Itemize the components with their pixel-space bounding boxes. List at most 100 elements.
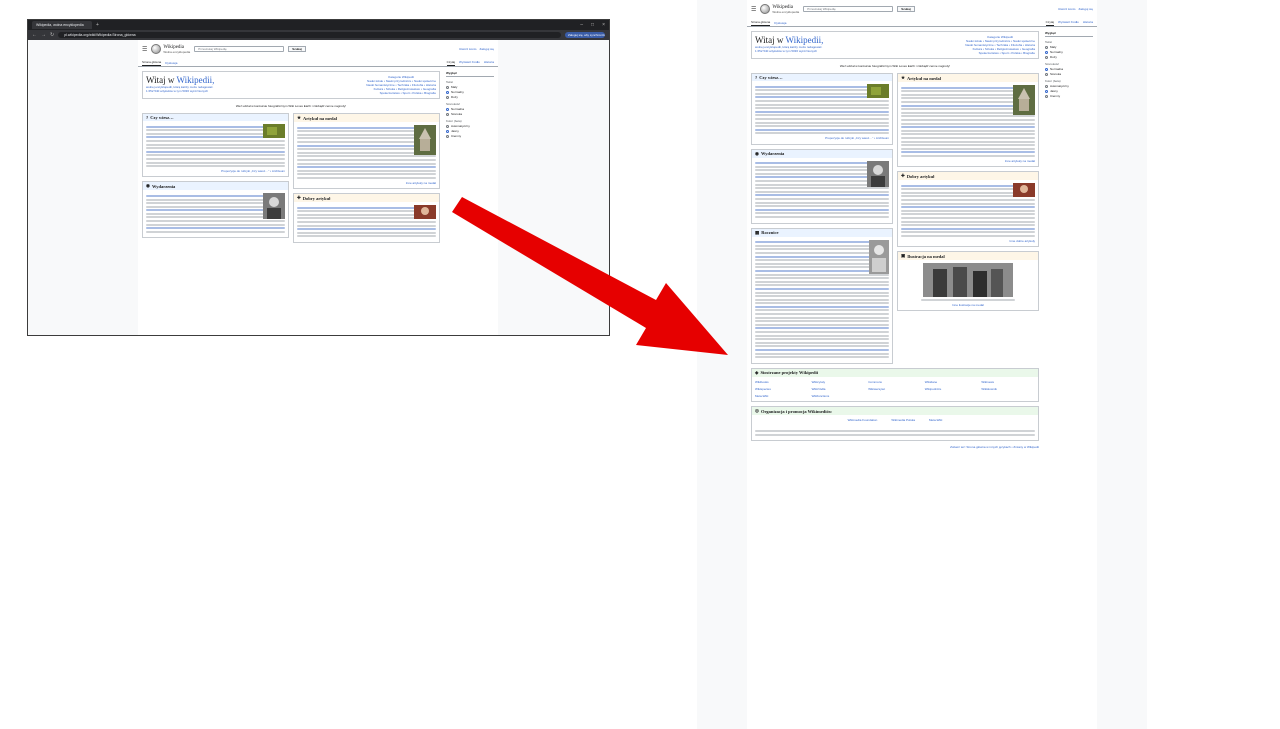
- sync-button[interactable]: Zaloguj się, aby synchronizować: [565, 32, 605, 38]
- dyk-more-link[interactable]: Propozycje do rubryki „Czy wiesz…” • Arc…: [755, 136, 889, 140]
- forward-icon[interactable]: →: [41, 32, 46, 38]
- browser-tab[interactable]: Wikipedia, wolna encyklopedia: [32, 21, 92, 29]
- person-thumbnail[interactable]: [1013, 183, 1035, 198]
- tab-discussion[interactable]: Dyskusja: [774, 21, 786, 26]
- welcome-line[interactable]: 1 652 540 artykułów w tym 5036 wyróżnion…: [146, 89, 214, 93]
- church-thumbnail[interactable]: [414, 125, 436, 155]
- option-light[interactable]: Jasny: [446, 129, 494, 133]
- option-wide[interactable]: Szeroka: [446, 112, 494, 116]
- tab-main-page[interactable]: Strona główna: [142, 60, 162, 66]
- search-button[interactable]: Szukaj: [897, 6, 915, 12]
- featured-picture[interactable]: [923, 263, 1013, 298]
- portal-line[interactable]: Społeczeństwo • Sport • Polska • Biograf…: [366, 91, 436, 95]
- sister-project-link[interactable]: Wikidane: [925, 380, 979, 384]
- option-normal-width[interactable]: Normalna: [1045, 67, 1093, 71]
- box-heading: ? Czy wiesz…: [752, 74, 892, 81]
- appearance-title: Wygląd: [1045, 31, 1093, 37]
- tab-history[interactable]: Historia: [1083, 20, 1093, 26]
- welcome-link[interactable]: Wikipedii,: [176, 75, 214, 85]
- close-icon[interactable]: ×: [602, 22, 605, 28]
- sister-project-link[interactable]: Wikicytaty: [812, 380, 866, 384]
- search-button[interactable]: Szukaj: [288, 46, 306, 52]
- church-thumbnail[interactable]: [1013, 85, 1035, 115]
- wiki-logo[interactable]: Wikipedia Wolna encyklopedia: [760, 4, 799, 14]
- menu-icon[interactable]: ☰: [142, 46, 147, 53]
- minimize-icon[interactable]: –: [580, 22, 583, 28]
- option-light[interactable]: Jasny: [1045, 89, 1093, 93]
- search-input[interactable]: Przeszukaj Wikipedię: [803, 6, 894, 12]
- create-account-link[interactable]: Utwórz konto: [459, 47, 477, 51]
- reload-icon[interactable]: ↻: [50, 32, 54, 38]
- address-bar[interactable]: pl.wikipedia.org/wiki/Wikipedia:Strona_g…: [58, 32, 561, 38]
- wiki-page-small: ☰ Wikipedia Wolna encyklopedia Przeszuka…: [138, 40, 498, 335]
- option-small[interactable]: Mały: [1045, 45, 1093, 49]
- featured-more-link[interactable]: Inne artykuły na medal: [901, 159, 1035, 163]
- create-account-link[interactable]: Utwórz konto: [1058, 7, 1076, 11]
- option-large[interactable]: Duży: [446, 95, 494, 99]
- window-controls: – □ ×: [580, 22, 605, 28]
- option-dark[interactable]: Ciemny: [1045, 94, 1093, 98]
- login-link[interactable]: Zaloguj się: [1078, 7, 1093, 11]
- sister-project-link[interactable]: Wikifunctions: [812, 394, 866, 398]
- tab-read[interactable]: Czytaj: [1045, 20, 1055, 26]
- portrait-thumbnail[interactable]: [263, 193, 285, 220]
- gandhi-thumbnail[interactable]: [869, 239, 889, 274]
- tab-view-source[interactable]: Wyświetl źródło: [459, 60, 480, 66]
- login-link[interactable]: Zaloguj się: [479, 47, 494, 51]
- sister-project-link[interactable]: Meta-Wiki: [755, 394, 809, 398]
- sister-project-link[interactable]: Wikiźródła: [812, 387, 866, 391]
- wiki-header: ☰ Wikipedia Wolna encyklopedia Przeszuka…: [747, 0, 1097, 18]
- sister-project-link[interactable]: Wikibooks: [755, 380, 809, 384]
- option-small[interactable]: Mały: [446, 85, 494, 89]
- news-box: ◉ Wydarzenia: [142, 181, 289, 239]
- dyk-more-link[interactable]: Propozycje do rubryki „Czy wiesz…” • Arc…: [146, 169, 285, 173]
- sister-project-link[interactable]: Wikiwersytet: [868, 387, 922, 391]
- notice-banner[interactable]: Weź udział w konkursie fotograficznym Wi…: [142, 102, 440, 110]
- search-input[interactable]: Przeszukaj Wikipedię: [194, 46, 285, 52]
- footer-see-also[interactable]: Zobacz też: Strona główna w innych język…: [751, 445, 1039, 449]
- welcome-link[interactable]: Wikipedii,: [785, 35, 823, 45]
- org-link[interactable]: Wikimedia Polska: [891, 418, 915, 422]
- star-icon: ★: [901, 75, 906, 80]
- good-more-link[interactable]: Inne dobre artykuły: [901, 239, 1035, 243]
- person-thumbnail[interactable]: [414, 205, 436, 220]
- tab-read[interactable]: Czytaj: [446, 60, 456, 66]
- option-dark[interactable]: Ciemny: [446, 134, 494, 138]
- tab-view-source[interactable]: Wyświetl źródło: [1058, 20, 1079, 26]
- org-link[interactable]: Wikimedia Foundation: [848, 418, 878, 422]
- tab-discussion[interactable]: Dyskusja: [165, 61, 177, 66]
- org-link[interactable]: Meta-Wiki: [929, 418, 942, 422]
- notice-banner[interactable]: Weź udział w konkursie fotograficznym Wi…: [751, 62, 1039, 70]
- option-normal[interactable]: Normalny: [446, 90, 494, 94]
- radio-icon: [446, 112, 449, 116]
- maximize-icon[interactable]: □: [591, 22, 594, 28]
- sister-project-link[interactable]: Wikispecies: [755, 387, 809, 391]
- sister-project-link[interactable]: Wikisłownik: [981, 387, 1035, 391]
- wiki-logo[interactable]: Wikipedia Wolna encyklopedia: [151, 44, 190, 54]
- sister-project-link[interactable]: Wikipodróże: [925, 387, 979, 391]
- tab-main-page[interactable]: Strona główna: [751, 20, 771, 26]
- option-normal[interactable]: Normalny: [1045, 50, 1093, 54]
- new-tab-icon[interactable]: +: [96, 21, 99, 29]
- plant-thumbnail[interactable]: [263, 124, 285, 138]
- sister-project-link[interactable]: Commons: [868, 380, 922, 384]
- radio-icon: [446, 134, 449, 138]
- option-wide[interactable]: Szeroka: [1045, 72, 1093, 76]
- anniversaries-box: ▦ Rocznice: [751, 227, 893, 364]
- plant-thumbnail[interactable]: [867, 84, 889, 98]
- welcome-line[interactable]: 1 652 540 artykułów w tym 5036 wyróżnion…: [755, 49, 823, 53]
- logo-subtitle: Wolna encyklopedia: [772, 9, 800, 14]
- featured-more-link[interactable]: Inne artykuły na medal: [297, 181, 436, 185]
- sister-project-link[interactable]: Wikinews: [981, 380, 1035, 384]
- portrait-thumbnail[interactable]: [867, 160, 889, 187]
- tab-history[interactable]: Historia: [484, 60, 494, 66]
- option-normal-width[interactable]: Normalna: [446, 107, 494, 111]
- picture-more-link[interactable]: Inne ilustracje na medal: [901, 303, 1035, 307]
- back-icon[interactable]: ←: [32, 32, 37, 38]
- option-large[interactable]: Duży: [1045, 55, 1093, 59]
- option-auto[interactable]: Automatyczny: [446, 124, 494, 128]
- box-heading: ◉ Wydarzenia: [143, 182, 288, 191]
- option-auto[interactable]: Automatyczny: [1045, 84, 1093, 88]
- menu-icon[interactable]: ☰: [751, 6, 756, 13]
- portal-line[interactable]: Społeczeństwo • Sport • Polska • Biograf…: [965, 51, 1035, 55]
